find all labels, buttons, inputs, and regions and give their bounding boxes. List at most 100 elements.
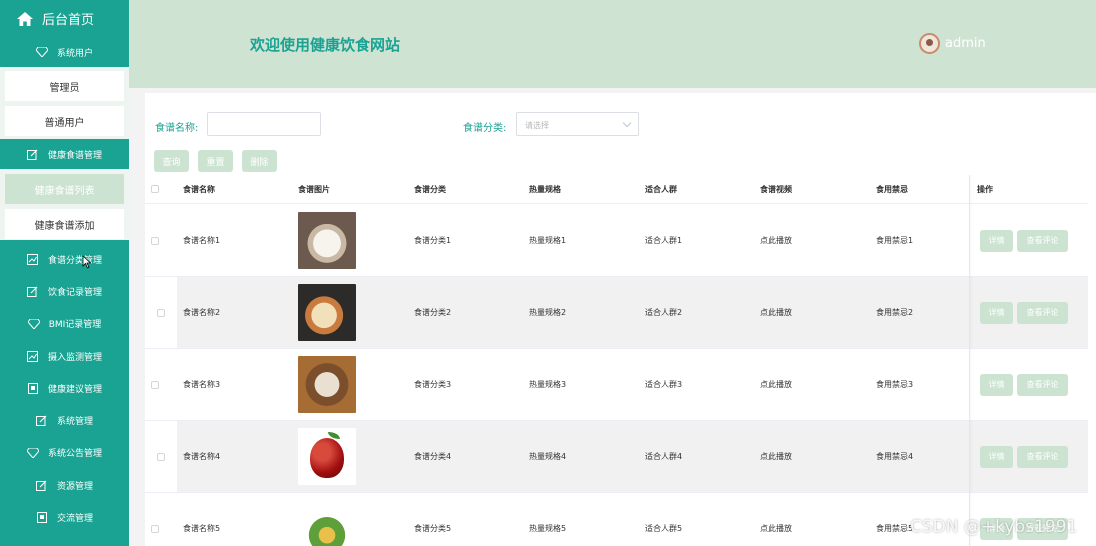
recipe-category: 食谱分类4 [414,452,452,461]
column-header: 食谱图片 [298,184,330,194]
sidebar-item-exchange[interactable]: 交流管理 [0,501,129,533]
sidebar-item-announcement[interactable]: 系统公告管理 [0,437,129,469]
detail-button[interactable]: 详情 [980,229,1013,252]
recipe-video-link[interactable]: 点此播放 [760,421,792,492]
recipe-calorie: 热量规格2 [529,308,567,317]
site-title: 欢迎使用健康饮食网站 [250,36,401,54]
checkbox[interactable] [151,524,159,533]
sidebar-item-recipe-list[interactable]: 健康食谱列表 [5,174,124,204]
sidebar-item-label: 资源管理 [56,481,93,492]
recipe-crowd: 适合人群4 [645,452,683,461]
query-button[interactable]: 查询 [154,150,189,172]
recipe-crowd: 适合人群3 [645,380,683,389]
recipe-category: 食谱分类1 [414,236,452,245]
edit-icon [36,415,48,427]
delete-button[interactable]: 删除 [242,150,277,172]
column-header: 食谱视频 [760,184,792,194]
checkbox[interactable] [151,236,159,245]
detail-button[interactable]: 详情 [980,373,1013,396]
checkbox[interactable] [151,185,159,193]
sidebar-item-system-mgmt[interactable]: 系统管理 [0,404,129,436]
sidebar-item-resource[interactable]: 资源管理 [0,469,129,501]
recipe-category-select[interactable]: 请选择 [516,112,639,136]
detail-button[interactable]: 详情 [980,301,1013,324]
detail-button[interactable]: 详情 [980,445,1013,468]
sidebar-item-health-advice[interactable]: 健康建议管理 [0,372,129,404]
sidebar-item-label: 健康建议管理 [47,384,102,395]
recipe-image [298,277,356,348]
edit-icon [27,285,39,297]
recipe-taboo: 食用禁忌1 [876,236,914,245]
row-checkbox[interactable] [151,493,159,546]
sidebar-group-label: 系统用户 [56,48,93,59]
recipe-calorie: 热量规格1 [529,236,567,245]
chart-icon [27,253,39,265]
doc-icon [27,382,39,394]
sidebar-item-label: 交流管理 [56,514,93,525]
row-checkbox[interactable] [151,205,159,276]
sidebar-item-category-mgmt[interactable]: 食谱分类管理 [0,243,129,275]
recipe-name: 食谱名称2 [183,308,221,317]
doc-icon [36,512,48,524]
diamond-icon [27,318,40,330]
recipe-list-panel: 食谱名称: 食谱分类: 请选择 查询 重置 删除 食谱名称 食谱图片 食谱分类 … [145,93,1096,546]
chart-icon [27,350,39,362]
checkbox[interactable] [151,380,159,389]
column-header: 食谱分类 [414,184,446,194]
sidebar-item-recipe-add[interactable]: 健康食谱添加 [5,209,124,239]
view-comments-button[interactable]: 查看评论 [1017,301,1068,324]
sidebar-home[interactable]: 后台首页 [0,0,129,37]
sidebar-item-intake-monitor[interactable]: 摄入监测管理 [0,340,129,372]
diamond-icon [26,447,39,459]
recipe-crowd: 适合人群1 [645,236,683,245]
row-actions: 详情 查看评论 [980,277,1072,348]
recipe-name-input[interactable] [207,112,321,136]
user-menu[interactable]: admin [919,33,986,54]
sidebar-item-diet-record[interactable]: 饮食记录管理 [0,275,129,307]
sidebar-item-bmi-record[interactable]: BMI记录管理 [0,308,129,340]
recipe-image [298,493,356,546]
recipe-image [298,421,356,492]
column-header: 食谱名称 [183,184,215,194]
reset-button[interactable]: 重置 [198,150,233,172]
table-row: 食谱名称1 食谱分类1 热量规格1 适合人群1 点此播放 食用禁忌1 详情 查看… [145,205,1088,277]
view-comments-button[interactable]: 查看评论 [1017,373,1068,396]
recipe-video-link[interactable]: 点此播放 [760,205,792,276]
row-checkbox[interactable] [145,421,177,492]
mouse-cursor-icon [82,255,92,269]
select-all-checkbox[interactable] [151,175,159,203]
checkbox[interactable] [157,308,165,317]
column-header: 食用禁忌 [876,184,908,194]
recipe-crowd: 适合人群2 [645,308,683,317]
recipe-video-link[interactable]: 点此播放 [760,493,792,546]
view-comments-button[interactable]: 查看评论 [1017,229,1068,252]
row-actions: 详情 查看评论 [980,349,1072,420]
row-checkbox[interactable] [151,349,159,420]
row-actions: 详情 查看评论 [980,421,1072,492]
soup-image [298,212,356,269]
recipe-taboo: 食用禁忌3 [876,380,914,389]
username: admin [945,36,986,51]
sidebar-group-users[interactable]: 系统用户 [0,37,129,67]
diamond-icon [35,46,48,58]
sidebar-item-label: 食谱分类管理 [47,255,102,266]
apple-image [298,428,356,485]
sidebar-item-label: 饮食记录管理 [47,287,102,298]
sidebar-item-normal-user[interactable]: 普通用户 [5,106,124,136]
recipe-video-link[interactable]: 点此播放 [760,349,792,420]
recipe-image [298,205,356,276]
sidebar-item-admin[interactable]: 管理员 [5,71,124,101]
row-checkbox[interactable] [145,277,177,348]
recipe-category: 食谱分类3 [414,380,452,389]
fixed-column-divider [969,175,970,546]
view-comments-button[interactable]: 查看评论 [1017,445,1068,468]
table-row: 食谱名称2 食谱分类2 热量规格2 适合人群2 点此播放 食用禁忌2 详情 查看… [145,277,1088,349]
recipe-video-link[interactable]: 点此播放 [760,277,792,348]
recipe-name: 食谱名称5 [183,524,221,533]
recipe-name: 食谱名称3 [183,380,221,389]
checkbox[interactable] [157,452,165,461]
table-row: 食谱名称4 食谱分类4 热量规格4 适合人群4 点此播放 食用禁忌4 详情 查看… [145,421,1088,493]
recipe-crowd: 适合人群5 [645,524,683,533]
sidebar-item-label: 摄入监测管理 [47,352,102,363]
sidebar-group-recipe[interactable]: 健康食谱管理 [0,139,129,169]
